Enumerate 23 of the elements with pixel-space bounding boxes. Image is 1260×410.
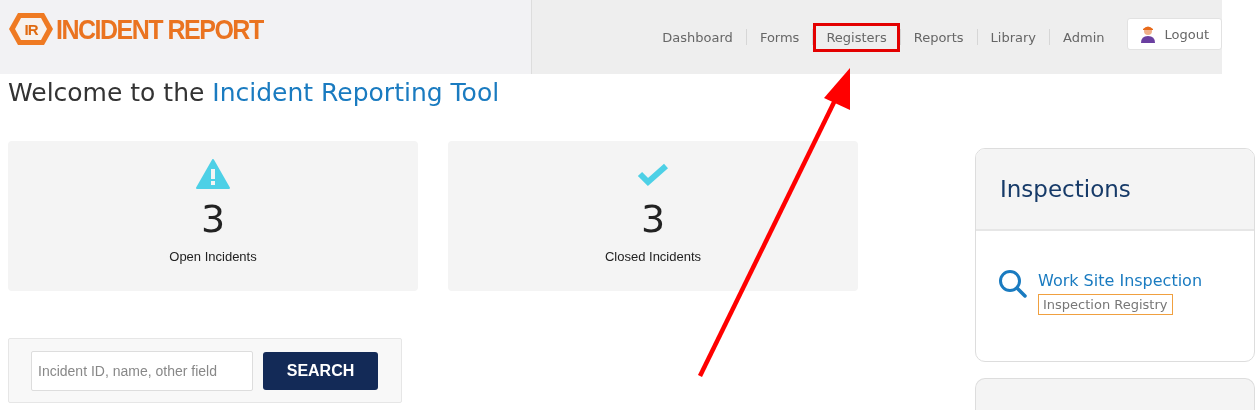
nav-link[interactable]: Reports (900, 22, 977, 52)
search-button[interactable]: SEARCH (263, 351, 378, 390)
warning-icon (196, 159, 230, 189)
search-field[interactable]: Incident ID, name, other field (31, 350, 253, 391)
stat-label: Closed Incidents (604, 249, 702, 264)
stat-count: 3 (640, 197, 666, 241)
nav-link[interactable]: Registers (813, 22, 900, 52)
search-icon (998, 269, 1028, 299)
nav-link[interactable]: Forms (746, 22, 813, 52)
stat-count: 3 (200, 197, 226, 241)
nav-link[interactable]: Admin (1050, 22, 1118, 52)
logout-button[interactable]: Logout (1127, 18, 1222, 50)
stat-label: Open Incidents (169, 249, 257, 264)
hexagon-icon (8, 12, 54, 46)
logo-text: INCIDENT REPORT (56, 13, 263, 45)
inspection-link[interactable]: Work Site Inspection (1038, 271, 1203, 290)
user-icon (1140, 25, 1157, 43)
panel-title: Inspections (976, 149, 1254, 231)
page-heading: Welcome to the Incident Reporting Tool (8, 78, 501, 107)
registry-link[interactable]: Inspection Registry (1038, 294, 1173, 315)
nav-link[interactable]: Library (977, 22, 1050, 52)
logo-mark: IR (24, 20, 38, 38)
nav-link[interactable]: Dashboard (649, 22, 746, 52)
